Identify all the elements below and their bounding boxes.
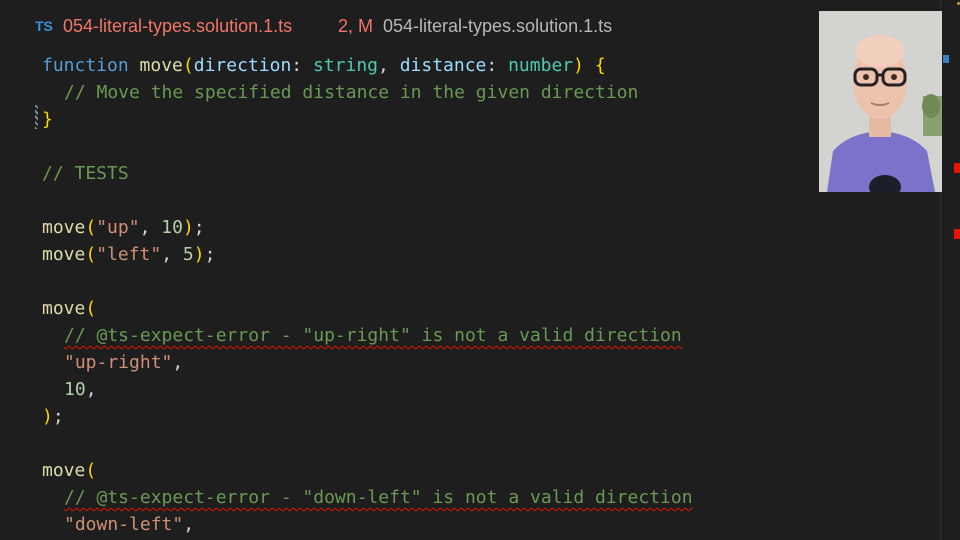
comma: , xyxy=(172,352,184,373)
code-line-18: "down-left", xyxy=(64,511,194,538)
error-squiggle-comment[interactable]: // @ts-expect-error - "up-right" is not … xyxy=(64,325,682,346)
call-move: move xyxy=(42,460,86,481)
open-paren: ( xyxy=(182,55,194,76)
close-paren: ) xyxy=(42,406,53,427)
number-arg: 10 xyxy=(161,217,183,238)
number-arg: 10 xyxy=(64,379,86,400)
code-line-14: ); xyxy=(42,403,64,430)
string-arg: "left" xyxy=(96,244,162,265)
comma: , xyxy=(183,514,195,535)
presenter-video-icon xyxy=(819,11,942,192)
comma: , xyxy=(85,379,97,400)
close-paren: ) xyxy=(573,55,584,76)
open-paren: ( xyxy=(85,217,97,238)
open-brace: { xyxy=(594,55,606,76)
code-line-11: // @ts-expect-error - "up-right" is not … xyxy=(64,322,682,349)
function-name: move xyxy=(139,55,183,76)
number-arg: 5 xyxy=(182,244,194,265)
error-squiggle-comment[interactable]: // @ts-expect-error - "down-left" is not… xyxy=(64,487,693,508)
text-cursor xyxy=(35,105,38,129)
call-move: move xyxy=(42,298,86,319)
comma: , xyxy=(378,55,400,76)
open-paren: ( xyxy=(85,244,97,265)
tab-status-badge: 2, M xyxy=(338,16,374,36)
comma: , xyxy=(161,244,183,265)
semicolon: ; xyxy=(52,406,64,427)
string-arg: "down-left" xyxy=(64,514,184,535)
code-line-16: move( xyxy=(42,457,96,484)
scrollbar-cursor-marker xyxy=(943,55,949,63)
tab-file-name[interactable]: 054-literal-types.solution.1.ts xyxy=(63,16,292,37)
code-line-5: // TESTS xyxy=(42,163,129,184)
code-line-2: // Move the specified distance in the gi… xyxy=(64,82,639,103)
call-move: move xyxy=(42,244,86,265)
editor-tab[interactable]: TS 054-literal-types.solution.1.ts 2, M … xyxy=(0,0,960,52)
string-arg: "up" xyxy=(96,217,140,238)
code-line-3: } xyxy=(42,109,53,130)
call-move: move xyxy=(42,217,86,238)
code-line-10: move( xyxy=(42,295,96,322)
scrollbar-error-marker xyxy=(954,229,960,239)
vertical-scrollbar[interactable] xyxy=(940,0,960,540)
string-arg: "up-right" xyxy=(64,352,173,373)
type-string: string xyxy=(312,55,379,76)
open-paren: ( xyxy=(85,298,97,319)
code-line-12: "up-right", xyxy=(64,349,183,376)
semicolon: ; xyxy=(193,217,205,238)
param-direction: direction xyxy=(193,55,292,76)
semicolon: ; xyxy=(204,244,216,265)
open-paren: ( xyxy=(85,460,97,481)
webcam-presenter-overlay xyxy=(819,11,942,192)
param-distance: distance xyxy=(399,55,487,76)
colon: : xyxy=(486,55,509,76)
breadcrumb[interactable]: 054-literal-types.solution.1.ts xyxy=(383,16,612,37)
keyword-function: function xyxy=(42,55,129,76)
code-line-8: move("left", 5); xyxy=(42,241,215,268)
colon: : xyxy=(291,55,313,76)
type-number: number xyxy=(508,55,574,76)
code-line-13: 10, xyxy=(64,376,97,403)
close-paren: ) xyxy=(182,217,194,238)
scrollbar-error-marker xyxy=(954,163,960,173)
typescript-file-icon: TS xyxy=(35,18,53,34)
comma: , xyxy=(139,217,162,238)
code-line-1: function move(direction: string, distanc… xyxy=(42,52,606,79)
close-paren: ) xyxy=(193,244,205,265)
code-line-7: move("up", 10); xyxy=(42,214,205,241)
code-editor[interactable]: function move(direction: string, distanc… xyxy=(0,52,940,540)
code-line-17: // @ts-expect-error - "down-left" is not… xyxy=(64,484,693,511)
